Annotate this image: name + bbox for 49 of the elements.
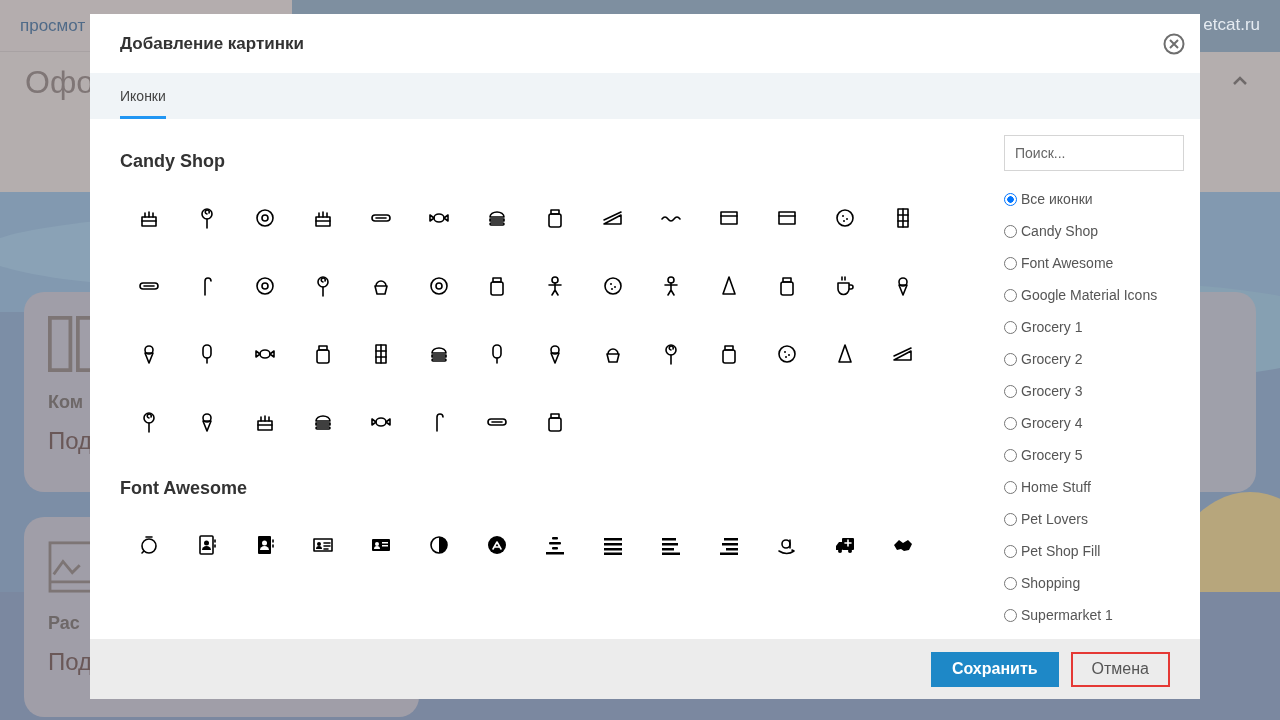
radio-button[interactable] [1004,576,1017,590]
radio-button[interactable] [1004,512,1017,526]
radio-button[interactable] [1004,384,1017,398]
radio-button[interactable] [1004,608,1017,622]
option-label[interactable]: Grocery 4 [1021,415,1083,431]
card-subtitle: Под [48,648,94,676]
option-label[interactable]: Candy Shop [1021,223,1099,239]
card-title: Ком [48,392,85,413]
radio-button[interactable] [1004,288,1017,302]
radio-button[interactable] [1004,256,1017,270]
radio-button[interactable] [1004,352,1017,366]
option-label[interactable]: Pet Shop Fill [1021,543,1101,559]
option-label[interactable]: Home Stuff [1021,479,1091,495]
ring-icon[interactable] [253,274,277,298]
section-title: Font Awesome [120,478,248,499]
option-label[interactable]: Grocery 1 [1021,319,1083,335]
cookie-icon[interactable] [833,206,857,230]
option-label[interactable]: Supermarket 1 [1021,607,1113,623]
triangle-circle-icon[interactable] [485,533,509,557]
save-button[interactable]: Сохранить [930,651,1059,687]
search-field[interactable]: Поиск... [1004,135,1184,171]
dialog-title: Добавление картинки [120,33,304,54]
ring-icon[interactable] [253,206,277,230]
radio-button[interactable] [1004,320,1017,334]
site-address: etcat.ru [1203,15,1260,36]
half-circle-icon[interactable] [427,533,451,557]
radio-button[interactable] [1004,448,1017,462]
option-label[interactable]: Shopping [1021,575,1081,591]
option-label[interactable]: Font Awesome [1021,255,1114,271]
option-label[interactable]: Все иконки [1021,191,1093,207]
radio-button[interactable] [1004,224,1017,238]
cancel-button[interactable]: Отмена [1070,651,1170,687]
card-subtitle: Под [48,427,94,455]
radio-button[interactable] [1004,480,1017,494]
radio-button[interactable] [1004,544,1017,558]
option-label[interactable]: Grocery 3 [1021,383,1083,399]
radio-button[interactable] [1004,416,1017,430]
option-label[interactable]: Pet Lovers [1021,511,1088,527]
cookie-icon[interactable] [601,274,625,298]
option-label[interactable]: Google Material Icons [1021,287,1158,303]
section-title: Candy Shop [120,151,225,172]
option-label[interactable]: Grocery 2 [1021,351,1083,367]
option-label[interactable]: Grocery 5 [1021,447,1083,463]
tab[interactable]: Иконки [120,73,166,119]
close-icon[interactable] [1163,32,1185,55]
card-title: Рас [48,613,81,634]
ring-icon[interactable] [427,274,451,298]
radio-button[interactable] [1004,192,1017,206]
cookie-icon[interactable] [775,342,799,366]
